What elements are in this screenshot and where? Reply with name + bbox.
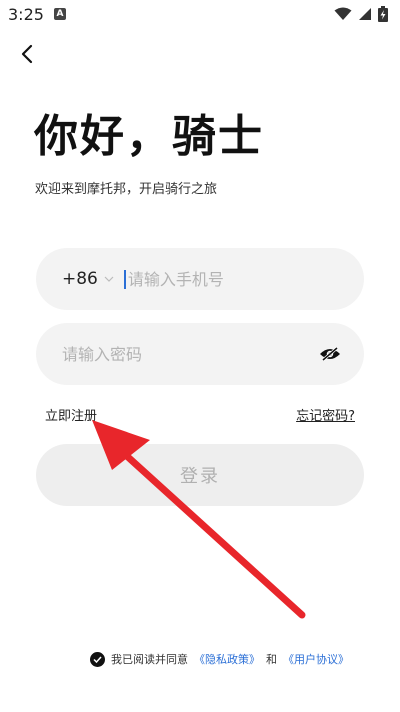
- signal-icon: [359, 8, 371, 20]
- register-link[interactable]: 立即注册: [45, 405, 97, 424]
- chevron-left-icon: [21, 44, 33, 64]
- password-visibility-toggle[interactable]: [318, 342, 342, 366]
- agreement-checkbox[interactable]: [90, 651, 105, 667]
- login-screen: 3:25 A 你好，骑士 欢迎来到摩托邦，开启骑行之旅 +86 请输入手机号 立…: [0, 0, 400, 712]
- chevron-down-icon: [104, 276, 114, 282]
- page-title: 你好，骑士: [34, 111, 264, 162]
- forgot-password-link[interactable]: 忘记密码?: [296, 405, 355, 424]
- agreement-and-text: 和: [266, 653, 277, 666]
- wifi-icon: [334, 7, 352, 20]
- back-button[interactable]: [12, 38, 42, 70]
- agreement-text: 我已阅读并同意: [111, 653, 188, 666]
- login-button[interactable]: 登录: [36, 444, 364, 506]
- phone-field: +86: [36, 248, 364, 310]
- password-input[interactable]: [62, 344, 318, 364]
- eye-off-icon: [320, 346, 340, 362]
- agreement-row: 我已阅读并同意 《隐私政策》 和 《用户协议》: [90, 650, 349, 668]
- country-code-selector[interactable]: +86: [62, 269, 114, 289]
- notification-a-icon: A: [53, 8, 66, 20]
- check-icon: [93, 655, 102, 663]
- page-subtitle: 欢迎来到摩托邦，开启骑行之旅: [35, 182, 218, 197]
- battery-charging-icon: [378, 6, 388, 22]
- password-field: [36, 323, 364, 385]
- privacy-policy-link[interactable]: 《隐私政策》: [194, 651, 260, 667]
- status-time: 3:25: [8, 4, 44, 24]
- status-bar: 3:25 A: [0, 0, 400, 28]
- phone-input[interactable]: [123, 269, 324, 289]
- user-agreement-link[interactable]: 《用户协议》: [283, 651, 349, 667]
- country-code-label: +86: [62, 269, 98, 289]
